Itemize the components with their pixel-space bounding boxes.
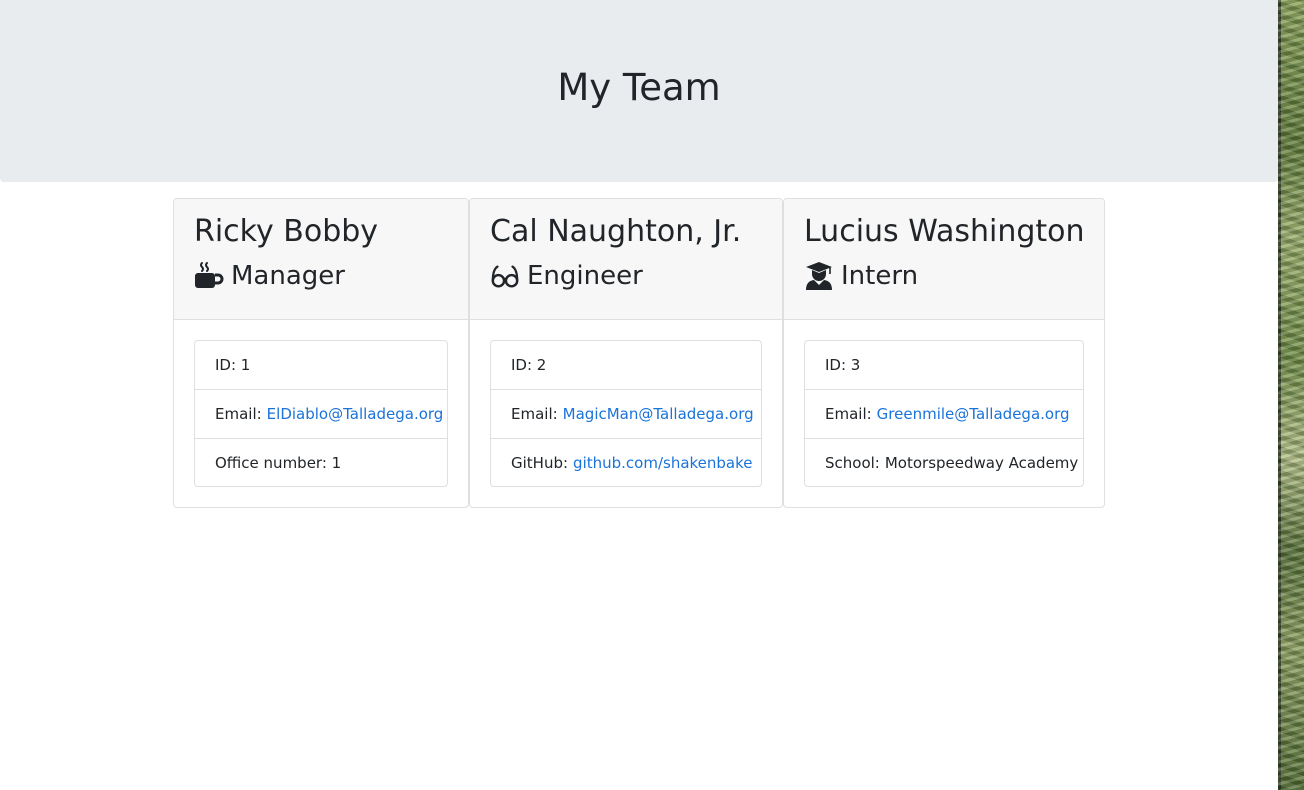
email-label: Email: [511,405,558,423]
glasses-icon [490,261,520,291]
graduate-icon [804,261,834,291]
github-link[interactable]: github.com/shakenbake [573,454,752,472]
role-label: Engineer [527,261,643,291]
employee-role: Engineer [490,258,762,294]
desktop-background-image [1278,0,1304,790]
mug-icon [194,261,224,291]
school-label: School: [825,453,880,472]
email-link[interactable]: Greenmile@Talladega.org [877,405,1070,423]
list-item-id: ID: 2 [491,341,761,390]
card-body: ID: 3 Email: Greenmile@Talladega.org Sch… [784,320,1104,507]
page: My Team Ricky Bobby Manager ID: 1 Email:… [0,0,1304,790]
header-banner: My Team [0,0,1278,182]
card-body: ID: 1 Email: ElDiablo@Talladega.org Offi… [174,320,468,507]
list-item-email: Email: Greenmile@Talladega.org [805,390,1083,439]
employee-name: Cal Naughton, Jr. [490,214,742,249]
github-label: GitHub: [511,453,569,472]
office-number-text: Office number: 1 [215,453,342,472]
id-text: ID: 2 [511,356,547,374]
employee-details: ID: 3 Email: Greenmile@Talladega.org Sch… [804,340,1084,487]
list-item-github: GitHub: github.com/shakenbake [491,439,761,486]
list-item-office: Office number: 1 [195,439,447,486]
employee-name: Lucius Washington [804,214,1085,249]
email-label: Email: [825,405,872,423]
team-cards: Ricky Bobby Manager ID: 1 Email: ElDiabl… [173,198,1105,508]
email-link[interactable]: ElDiablo@Talladega.org [267,405,444,423]
school-value: Motorspeedway Academy [884,453,1079,472]
employee-role: Manager [194,258,448,294]
email-label: Email: [215,405,262,423]
role-label: Intern [841,261,919,291]
employee-details: ID: 1 Email: ElDiablo@Talladega.org Offi… [194,340,448,487]
employee-details: ID: 2 Email: MagicMan@Talladega.org GitH… [490,340,762,487]
card-header: Ricky Bobby Manager [174,199,468,320]
browser-viewport: My Team Ricky Bobby Manager ID: 1 Email:… [0,0,1278,790]
card-header: Lucius Washington Intern [784,199,1104,320]
page-title: My Team [557,65,721,109]
employee-card-engineer: Cal Naughton, Jr. Engineer ID: 2 Email: … [469,198,783,508]
list-item-id: ID: 1 [195,341,447,390]
employee-card-manager: Ricky Bobby Manager ID: 1 Email: ElDiabl… [173,198,469,508]
email-link[interactable]: MagicMan@Talladega.org [563,405,754,423]
list-item-email: Email: ElDiablo@Talladega.org [195,390,447,439]
list-item-school: School: Motorspeedway Academy [805,439,1083,486]
card-body: ID: 2 Email: MagicMan@Talladega.org GitH… [470,320,782,507]
employee-card-intern: Lucius Washington Intern ID: 3 Email: Gr… [783,198,1105,508]
role-label: Manager [231,261,345,291]
employee-role: Intern [804,258,1084,294]
employee-name: Ricky Bobby [194,214,379,249]
list-item-id: ID: 3 [805,341,1083,390]
list-item-email: Email: MagicMan@Talladega.org [491,390,761,439]
id-text: ID: 3 [825,356,861,374]
id-text: ID: 1 [215,356,251,374]
card-header: Cal Naughton, Jr. Engineer [470,199,782,320]
